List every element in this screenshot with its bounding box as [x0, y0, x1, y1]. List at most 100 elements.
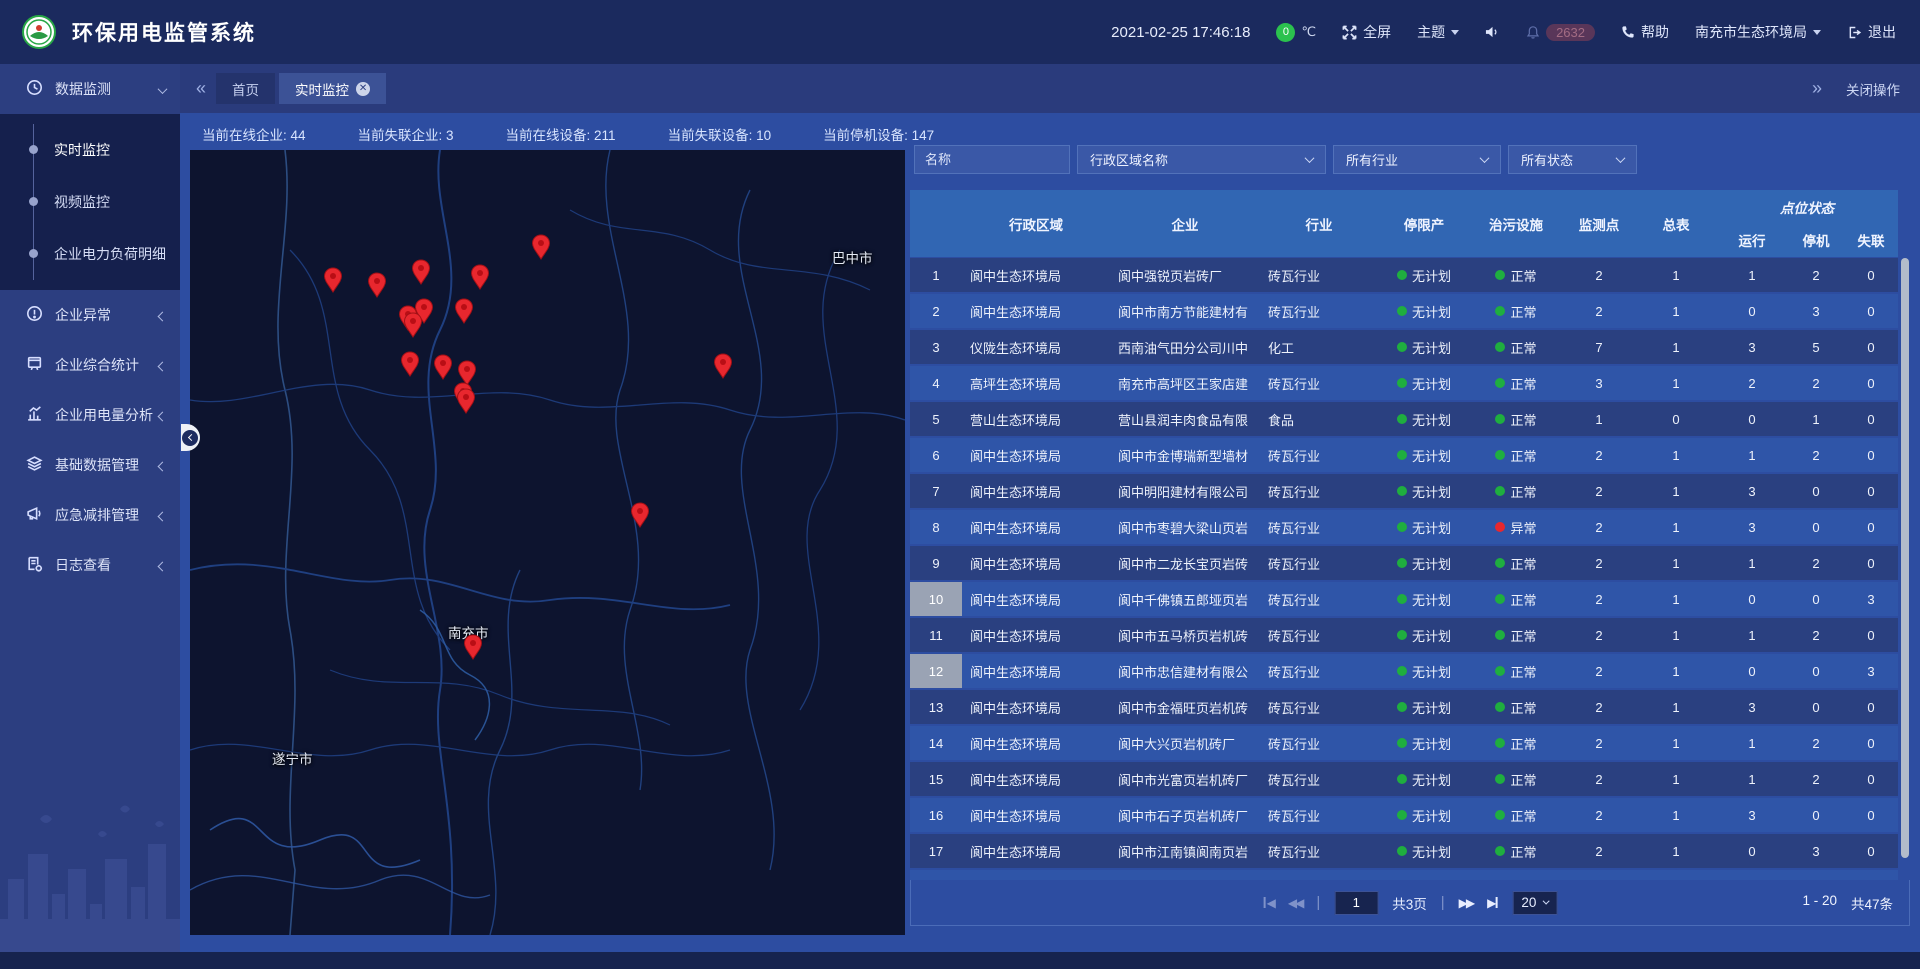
industry-select[interactable]: 所有行业	[1333, 145, 1501, 174]
pagination-divider: |	[1441, 894, 1445, 911]
sidebar-item-6[interactable]: 日志查看	[0, 540, 180, 590]
sidebar-subitem-企业电力负荷明细[interactable]: 企业电力负荷明细	[34, 228, 180, 280]
facility-status-dot	[1495, 414, 1505, 424]
map-roads-layer	[190, 150, 905, 935]
map-pin-icon[interactable]	[433, 354, 453, 380]
cell-plan-status: 无计划	[1378, 510, 1470, 544]
theme-dropdown[interactable]: 主题	[1417, 22, 1459, 42]
map-pin-icon[interactable]	[411, 259, 431, 285]
notification-indicator[interactable]: 2632	[1526, 24, 1595, 41]
fullscreen-button[interactable]: 全屏	[1342, 22, 1391, 42]
row-index: 12	[910, 654, 962, 688]
table-row[interactable]: 5营山生态环境局营山县润丰肉食品有限食品无计划正常10010	[910, 402, 1898, 436]
close-operations-button[interactable]: 关闭操作	[1846, 79, 1900, 99]
region-select[interactable]: 行政区域名称	[1077, 145, 1326, 174]
map-pin-icon[interactable]	[456, 388, 476, 414]
table-row[interactable]: 18南部生态环境局南部县砖华水泥有限公砖瓦行业无计划正常21020	[910, 870, 1898, 880]
tab-实时监控[interactable]: 实时监控✕	[279, 73, 386, 104]
table-row[interactable]: 9阆中生态环境局阆中市二龙长宝页岩砖砖瓦行业无计划正常21120	[910, 546, 1898, 580]
cell-stopped: 3	[1788, 834, 1844, 868]
tabs-scroll-right-icon[interactable]: »	[1812, 78, 1822, 99]
status-select[interactable]: 所有状态	[1508, 145, 1637, 174]
plan-status-dot	[1397, 702, 1407, 712]
cell-plan-status: 无计划	[1378, 798, 1470, 832]
logout-button[interactable]: 退出	[1847, 22, 1896, 42]
sidebar-item-0[interactable]: 数据监测	[0, 64, 180, 114]
sidebar-item-3[interactable]: 企业用电量分析	[0, 390, 180, 440]
cell-region: 阆中生态环境局	[962, 474, 1110, 508]
table-row[interactable]: 10阆中生态环境局阆中千佛镇五郎垭页岩砖瓦行业无计划正常21003	[910, 582, 1898, 616]
facility-status-dot	[1495, 630, 1505, 640]
map-pin-icon[interactable]	[454, 298, 474, 324]
table-row[interactable]: 7阆中生态环境局阆中明阳建材有限公司砖瓦行业无计划正常21300	[910, 474, 1898, 508]
plan-status-text: 无计划	[1412, 266, 1451, 285]
top-header-bar: 环保用电监管系统 2021-02-25 17:46:18 0 ℃ 全屏 主题	[0, 0, 1920, 64]
table-row[interactable]: 8阆中生态环境局阆中市枣碧大梁山页岩砖瓦行业无计划异常21300	[910, 510, 1898, 544]
cell-facility-status: 正常	[1470, 402, 1562, 436]
sidebar-item-2[interactable]: 企业综合统计	[0, 340, 180, 390]
cell-total: 1	[1636, 762, 1716, 796]
sidebar-subitem-视频监控[interactable]: 视频监控	[34, 176, 180, 228]
facility-status-text: 正常	[1510, 590, 1536, 609]
map-pin-icon[interactable]	[400, 351, 420, 377]
table-row[interactable]: 4高坪生态环境局南充市高坪区王家店建砖瓦行业无计划正常31220	[910, 366, 1898, 400]
tab-close-icon[interactable]: ✕	[356, 82, 370, 96]
map-pin-icon[interactable]	[403, 312, 423, 338]
help-button[interactable]: 帮助	[1621, 22, 1669, 42]
row-index: 5	[910, 402, 962, 436]
cell-facility-status: 异常	[1470, 510, 1562, 544]
first-page-button[interactable]: ◀	[1263, 896, 1274, 910]
table-row[interactable]: 17阆中生态环境局阆中市江南镇阆南页岩砖瓦行业无计划正常21030	[910, 834, 1898, 868]
cell-industry: 砖瓦行业	[1260, 546, 1378, 580]
table-row[interactable]: 3仪陇生态环境局西南油气田分公司川中化工无计划正常71350	[910, 330, 1898, 364]
map-pin-icon[interactable]	[470, 264, 490, 290]
table-row[interactable]: 15阆中生态环境局阆中市光富页岩机砖厂砖瓦行业无计划正常21120	[910, 762, 1898, 796]
sidebar-item-5[interactable]: 应急减排管理	[0, 490, 180, 540]
map-pin-icon[interactable]	[630, 502, 650, 528]
table-row[interactable]: 12阆中生态环境局阆中市忠信建材有限公砖瓦行业无计划正常21003	[910, 654, 1898, 688]
row-index: 10	[910, 582, 962, 616]
sidebar-item-1[interactable]: 企业异常	[0, 290, 180, 340]
cell-region: 阆中生态环境局	[962, 294, 1110, 328]
next-page-button[interactable]: ▶▶	[1459, 896, 1473, 910]
table-scrollbar-thumb[interactable]	[1901, 258, 1909, 858]
name-search-input[interactable]	[914, 145, 1070, 174]
prev-page-button[interactable]: ◀◀	[1288, 896, 1302, 910]
table-row[interactable]: 13阆中生态环境局阆中市金福旺页岩机砖砖瓦行业无计划正常21300	[910, 690, 1898, 724]
map-pin-icon[interactable]	[367, 272, 387, 298]
table-row[interactable]: 16阆中生态环境局阆中市石子页岩机砖厂砖瓦行业无计划正常21300	[910, 798, 1898, 832]
cell-stopped: 0	[1788, 474, 1844, 508]
row-index: 4	[910, 366, 962, 400]
fullscreen-label: 全屏	[1363, 22, 1391, 42]
table-row[interactable]: 6阆中生态环境局阆中市金博瑞新型墙材砖瓦行业无计划正常21120	[910, 438, 1898, 472]
map-pin-icon[interactable]	[713, 353, 733, 379]
tab-首页[interactable]: 首页	[216, 73, 275, 104]
cell-total: 1	[1636, 870, 1716, 880]
map-pin-icon[interactable]	[531, 234, 551, 260]
sidebar-subitem-实时监控[interactable]: 实时监控	[34, 124, 180, 176]
cell-points: 2	[1562, 618, 1636, 652]
gis-map[interactable]: 巴中市南充市遂宁市	[190, 150, 905, 935]
page-number-input[interactable]	[1334, 891, 1378, 915]
page-size-select[interactable]: 20	[1512, 891, 1557, 915]
cell-industry: 砖瓦行业	[1260, 870, 1378, 880]
last-page-button[interactable]: ▶	[1487, 896, 1498, 910]
table-row[interactable]: 1阆中生态环境局阆中强锐页岩砖厂砖瓦行业无计划正常21120	[910, 258, 1898, 292]
record-total-label: 共47条	[1851, 893, 1893, 913]
org-dropdown[interactable]: 南充市生态环境局	[1695, 22, 1821, 42]
map-pin-icon[interactable]	[463, 634, 483, 660]
map-pin-icon[interactable]	[323, 267, 343, 293]
plan-status-dot	[1397, 342, 1407, 352]
sound-toggle-button[interactable]	[1485, 25, 1500, 39]
facility-status-dot	[1495, 846, 1505, 856]
help-label: 帮助	[1641, 22, 1669, 42]
cell-facility-status: 正常	[1470, 726, 1562, 760]
table-row[interactable]: 14阆中生态环境局阆中大兴页岩机砖厂砖瓦行业无计划正常21120	[910, 726, 1898, 760]
facility-status-dot	[1495, 774, 1505, 784]
sidebar-item-4[interactable]: 基础数据管理	[0, 440, 180, 490]
table-row[interactable]: 11阆中生态环境局阆中市五马桥页岩机砖砖瓦行业无计划正常21120	[910, 618, 1898, 652]
cell-plan-status: 无计划	[1378, 546, 1470, 580]
table-row[interactable]: 2阆中生态环境局阆中市南方节能建材有砖瓦行业无计划正常21030	[910, 294, 1898, 328]
cell-industry: 砖瓦行业	[1260, 654, 1378, 688]
tabs-scroll-left-icon[interactable]: «	[196, 78, 206, 99]
